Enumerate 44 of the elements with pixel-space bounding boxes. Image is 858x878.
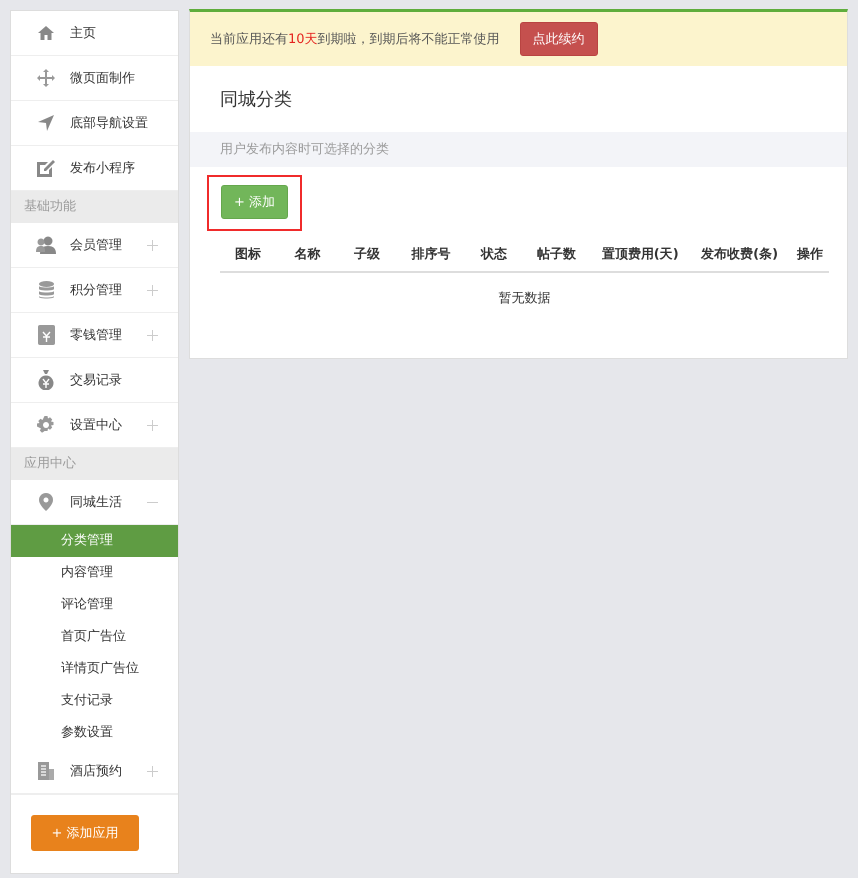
coin-stack-icon [38,281,54,299]
money-bag-icon [37,370,55,390]
column-header: 图标 [234,246,262,263]
column-header: 帖子数 [536,246,577,263]
home-icon [37,25,55,41]
menu-item[interactable]: 交易记录 [11,358,178,403]
submenu-item[interactable]: 内容管理 [11,557,178,589]
menu-item[interactable]: 酒店预约 [11,749,178,794]
expand-icon[interactable] [147,330,158,340]
location-pin-icon [39,493,53,511]
move-arrows-icon [37,69,55,87]
column-header: 子级 [352,246,381,263]
expand-icon[interactable] [147,240,158,250]
column-header: 状态 [479,246,508,263]
menu-item[interactable]: 会员管理 [11,223,178,268]
menu-item[interactable]: 主页 [11,11,178,56]
users-icon [36,236,56,254]
submenu-item[interactable]: 支付记录 [11,685,178,717]
column-header: 排序号 [410,246,452,263]
menu-item[interactable]: 底部导航设置 [11,101,178,146]
renew-button[interactable]: 点此续约 [520,22,598,56]
expand-icon[interactable] [147,284,158,296]
column-header: 操作 [796,246,824,263]
column-header: 发布收费(条) [700,246,780,263]
gear-icon [37,416,55,434]
submenu-item[interactable]: 评论管理 [11,589,178,621]
column-header: 置顶费用(天) [600,246,680,263]
section-header: 应用中心 [11,448,178,480]
notice-text: 当前应用还有10天到期啦，到期后将不能正常使用 [210,31,500,48]
menu-item[interactable]: 微页面制作 [11,56,178,101]
submenu-item[interactable]: 首页广告位 [11,621,178,653]
menu-item[interactable]: 零钱管理 [11,313,178,358]
expand-icon[interactable] [147,766,158,776]
submenu-item[interactable]: 参数设置 [11,717,178,749]
empty-message: 暂无数据 [498,290,552,308]
description-text: 用户发布内容时可选择的分类 [220,142,389,157]
section-header: 基础功能 [11,191,178,223]
building-icon [38,762,54,780]
page-title: 同城分类 [219,88,293,112]
expand-icon[interactable] [147,420,158,430]
column-header: 名称 [293,246,322,263]
submenu-item[interactable]: 详情页广告位 [11,653,178,685]
navigation-arrow-icon [38,115,54,131]
menu-item[interactable]: 积分管理 [11,268,178,313]
